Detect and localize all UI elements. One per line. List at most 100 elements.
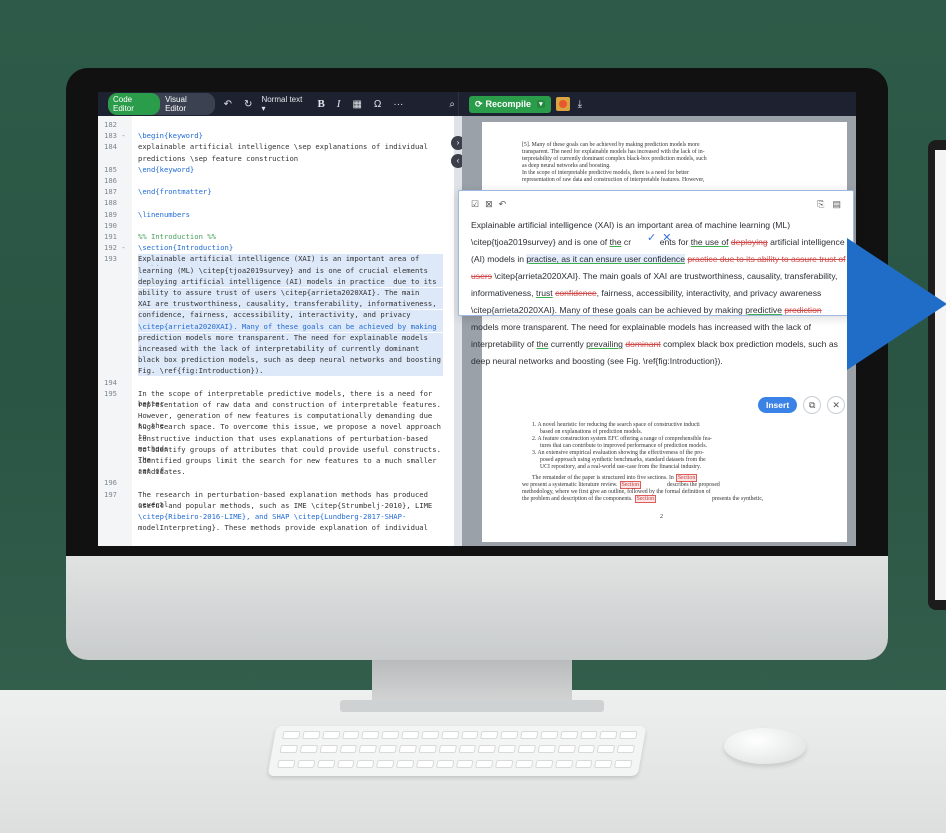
mouse bbox=[724, 728, 806, 764]
pdf-text-line: describes the proposed bbox=[667, 482, 856, 489]
pdf-text-line: [5]. Many of these goals can be achieved… bbox=[522, 142, 700, 148]
keyboard-key bbox=[376, 759, 395, 768]
keyboard-key bbox=[319, 745, 338, 754]
copy-icon[interactable]: ⧉ bbox=[803, 396, 822, 414]
reject-all-icon[interactable]: ⊠ bbox=[485, 199, 493, 210]
omega-button[interactable]: Ω bbox=[371, 99, 384, 110]
more-button[interactable]: ··· bbox=[390, 99, 406, 110]
insert-bar: Insert ⧉ ✕ bbox=[758, 396, 846, 414]
keyboard-key bbox=[616, 745, 636, 754]
visual-editor-tab[interactable]: Visual Editor bbox=[160, 93, 215, 115]
italic-button[interactable]: I bbox=[334, 98, 344, 110]
keyboard-key bbox=[455, 759, 474, 768]
undo-icon[interactable]: ↶ bbox=[221, 99, 235, 110]
accept-all-icon[interactable]: ☑ bbox=[471, 199, 479, 210]
keyboard-key bbox=[341, 731, 360, 739]
code-text: predictions \sep feature construction bbox=[138, 153, 299, 163]
section-reference-link[interactable]: Section bbox=[619, 481, 641, 489]
code-text: \citep{Ribeiro-2016-LIME}, and SHAP \cit… bbox=[138, 512, 407, 521]
keyboard-key bbox=[277, 759, 296, 768]
pdf-text: methodology, where we first give an outl… bbox=[522, 489, 711, 495]
recompile-label: Recompile bbox=[485, 99, 532, 109]
notification-icon[interactable] bbox=[555, 97, 570, 111]
reject-icon[interactable]: ✕ bbox=[662, 231, 671, 244]
line-number: 186 bbox=[104, 176, 117, 185]
ai-suggestion-popup: ☑ ⊠ ↶ ⎘ ▤ Explainable artificial intelli… bbox=[458, 190, 854, 366]
undo-icon[interactable]: ↶ bbox=[499, 199, 507, 210]
pdf-text-line: terpretability of currently dominant com… bbox=[522, 156, 707, 162]
keyboard-key bbox=[475, 759, 494, 768]
keyboard-key bbox=[537, 745, 556, 754]
code-text: candidates. bbox=[138, 467, 186, 477]
keyboard-key bbox=[574, 759, 593, 768]
pdf-text: the problem and description of the compo… bbox=[522, 496, 633, 502]
keyboard-key bbox=[614, 759, 633, 768]
code-text: Fig. \ref{fig:Introduction}). bbox=[138, 366, 443, 377]
keyboard-key bbox=[418, 745, 437, 754]
line-number: 185 bbox=[104, 164, 117, 174]
code-text: \citep{arrieta2020XAI}. Many of these go… bbox=[138, 321, 443, 332]
code-text: \end{keyword} bbox=[138, 164, 195, 174]
keyboard-key bbox=[559, 731, 579, 739]
keyboard-key bbox=[477, 745, 497, 754]
code-text: deploying artificial intelligence (AI) m… bbox=[138, 276, 443, 287]
section-reference-link[interactable]: Section bbox=[675, 474, 698, 482]
line-number: 188 bbox=[104, 198, 117, 208]
insert-button[interactable]: Insert bbox=[758, 397, 798, 413]
copy-icon[interactable]: ⎘ bbox=[817, 199, 824, 210]
accept-icon[interactable]: ✓ bbox=[647, 231, 656, 244]
code-text: explainable artificial intelligence \sep… bbox=[138, 142, 428, 152]
keyboard-key bbox=[356, 759, 375, 768]
pdf-list-line: 3. An extensive empirical evaluation sho… bbox=[532, 450, 704, 456]
code-editor-tab[interactable]: Code Editor bbox=[108, 93, 161, 115]
keyboard-key bbox=[520, 731, 539, 739]
section-reference-link[interactable]: Section bbox=[634, 495, 656, 503]
download-icon[interactable]: ⤓ bbox=[575, 99, 585, 110]
inline-change-controls: ✓ ✕ bbox=[647, 231, 671, 244]
arrow-right-icon bbox=[847, 238, 946, 370]
pane-splitter[interactable] bbox=[454, 116, 462, 546]
pdf-text: we present a systematic literature revie… bbox=[522, 482, 618, 488]
line-number: 193 bbox=[104, 254, 117, 264]
pdf-text: The remainder of the paper is structured… bbox=[532, 475, 674, 481]
pdf-text: presents the synthetic, bbox=[712, 496, 764, 502]
pdf-list-line: 2. A feature construction system EFC off… bbox=[532, 436, 712, 442]
code-editor[interactable]: 182 183 - \begin{keyword} 184 explainable ar… bbox=[98, 116, 454, 546]
second-monitor bbox=[928, 140, 946, 610]
document-icon[interactable]: ▤ bbox=[832, 199, 841, 210]
close-icon[interactable]: ✕ bbox=[827, 396, 846, 414]
keyboard-key bbox=[438, 745, 457, 754]
line-number: 197 bbox=[104, 489, 117, 499]
text-style-dropdown[interactable]: Normal text ▾ bbox=[261, 95, 308, 113]
monitor-chin bbox=[66, 556, 888, 660]
keyboard-key bbox=[361, 731, 380, 739]
search-icon[interactable]: ⌕ bbox=[446, 99, 458, 110]
popup-toolbar-right: ⎘ ▤ bbox=[817, 199, 841, 210]
line-number: 192 - bbox=[104, 243, 126, 253]
keyboard-key bbox=[500, 731, 519, 739]
code-text: %% Introduction %% bbox=[138, 232, 216, 241]
chevron-down-icon[interactable]: ▾ bbox=[537, 100, 545, 108]
pdf-list-line: tures that can contribute to improved pe… bbox=[540, 443, 708, 449]
redo-icon[interactable]: ↻ bbox=[241, 99, 255, 110]
editor-mode-toggle[interactable]: Code Editor Visual Editor bbox=[108, 93, 215, 115]
code-text: representation of raw data and construct… bbox=[138, 400, 441, 409]
code-text: XAI are trustworthiness, causality, tran… bbox=[138, 299, 443, 310]
keyboard-key bbox=[435, 759, 454, 768]
recompile-button[interactable]: ⟳ Recompile ▾ bbox=[469, 95, 551, 113]
keyboard-key bbox=[301, 731, 321, 739]
code-text: modelInterpreting}. These methods provid… bbox=[138, 523, 428, 533]
bold-button[interactable]: B bbox=[314, 98, 327, 110]
popup-toolbar-left: ☑ ⊠ ↶ bbox=[471, 199, 506, 210]
pdf-text-line: representation of raw data and construct… bbox=[522, 177, 705, 183]
second-monitor-screen bbox=[935, 150, 946, 600]
monitor-stand-base bbox=[340, 700, 604, 712]
pdf-text-line: as deep neural networks and boosting. bbox=[522, 163, 611, 169]
keyboard-key bbox=[279, 745, 298, 754]
code-text: \linenumbers bbox=[138, 209, 190, 219]
line-number: 194 bbox=[104, 377, 117, 387]
keyboard-key bbox=[517, 745, 536, 754]
keyboard-key bbox=[480, 731, 499, 739]
code-text: \end{frontmatter} bbox=[138, 187, 212, 197]
image-icon[interactable]: ▦ bbox=[349, 99, 364, 110]
